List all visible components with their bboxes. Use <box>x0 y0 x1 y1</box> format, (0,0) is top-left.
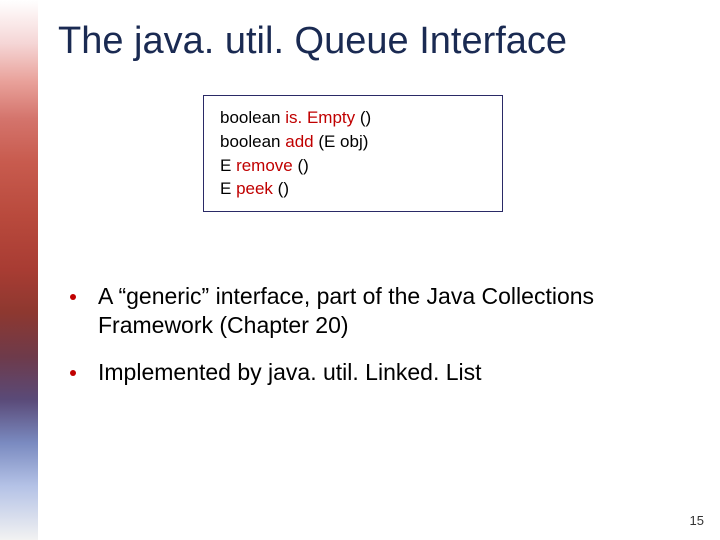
method-name: add <box>285 132 313 151</box>
method-signature-box: boolean is. Empty () boolean add (E obj)… <box>203 95 503 212</box>
method-return: boolean <box>220 132 285 151</box>
method-return: boolean <box>220 108 285 127</box>
method-return: E <box>220 179 236 198</box>
list-item: Implemented by java. util. Linked. List <box>70 358 650 387</box>
method-params: () <box>293 156 309 175</box>
bullet-icon <box>70 370 76 376</box>
method-line: boolean add (E obj) <box>220 130 486 154</box>
method-name: peek <box>236 179 273 198</box>
method-line: E remove () <box>220 154 486 178</box>
bullet-list: A “generic” interface, part of the Java … <box>70 282 650 404</box>
method-return: E <box>220 156 236 175</box>
bullet-text: Implemented by java. util. Linked. List <box>98 358 482 387</box>
method-line: boolean is. Empty () <box>220 106 486 130</box>
bullet-text: A “generic” interface, part of the Java … <box>98 282 650 340</box>
method-name: remove <box>236 156 293 175</box>
method-line: E peek () <box>220 177 486 201</box>
slide-title: The java. util. Queue Interface <box>58 20 567 63</box>
page-number: 15 <box>690 513 704 528</box>
list-item: A “generic” interface, part of the Java … <box>70 282 650 340</box>
bullet-icon <box>70 294 76 300</box>
method-params: () <box>273 179 289 198</box>
slide: The java. util. Queue Interface boolean … <box>0 0 720 540</box>
method-params: (E obj) <box>314 132 369 151</box>
method-name: is. Empty <box>285 108 355 127</box>
method-params: () <box>355 108 371 127</box>
